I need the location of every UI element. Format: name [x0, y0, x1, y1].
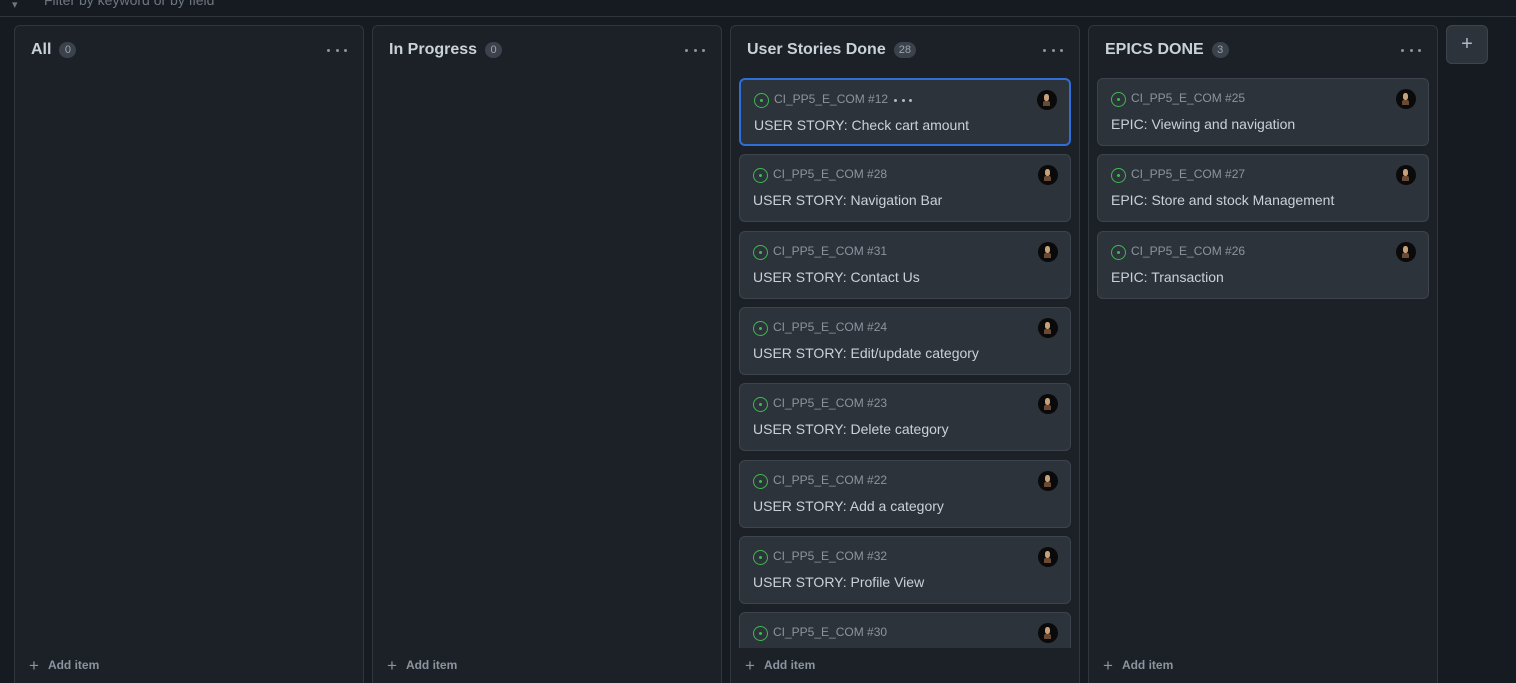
- column-title: In Progress: [389, 41, 478, 58]
- column-title: EPICS DONE: [1105, 41, 1204, 58]
- assignee-avatar[interactable]: [1038, 623, 1058, 643]
- issue-title[interactable]: USER STORY: Contact Us: [753, 269, 920, 285]
- issue-card[interactable]: CI_PP5_E_COM #26 EPIC: Transaction: [1097, 231, 1429, 299]
- open-issue-icon: [753, 321, 768, 336]
- issue-title[interactable]: USER STORY: Profile View: [753, 574, 924, 590]
- issue-reference[interactable]: CI_PP5_E_COM #32: [773, 549, 887, 563]
- issue-title[interactable]: USER STORY: Check cart amount: [754, 117, 969, 133]
- issue-card[interactable]: CI_PP5_E_COM #32 USER STORY: Profile Vie…: [739, 536, 1071, 604]
- add-item-button[interactable]: + Add item: [745, 656, 815, 674]
- column-header: In Progress 0: [389, 40, 503, 60]
- open-issue-icon: [753, 397, 768, 412]
- open-issue-icon: [1111, 245, 1126, 260]
- assignee-avatar[interactable]: [1396, 242, 1416, 262]
- column-menu-icon[interactable]: [1043, 42, 1063, 58]
- issue-reference[interactable]: CI_PP5_E_COM #25: [1131, 91, 1245, 105]
- issue-card[interactable]: CI_PP5_E_COM #30: [739, 612, 1071, 648]
- issue-card[interactable]: CI_PP5_E_COM #23 USER STORY: Delete cate…: [739, 383, 1071, 451]
- issue-title[interactable]: EPIC: Viewing and navigation: [1111, 116, 1295, 132]
- plus-icon: +: [387, 655, 397, 675]
- column-count-badge: 0: [485, 42, 503, 58]
- column-count-badge: 3: [1211, 42, 1229, 58]
- issue-title[interactable]: USER STORY: Navigation Bar: [753, 192, 942, 208]
- issue-title[interactable]: USER STORY: Delete category: [753, 421, 949, 437]
- issue-title[interactable]: USER STORY: Edit/update category: [753, 345, 979, 361]
- assignee-avatar[interactable]: [1396, 165, 1416, 185]
- open-issue-icon: [1111, 168, 1126, 183]
- issue-title[interactable]: EPIC: Transaction: [1111, 269, 1224, 285]
- card-list: CI_PP5_E_COM #25 EPIC: Viewing and navig…: [1097, 78, 1429, 648]
- issue-title[interactable]: EPIC: Store and stock Management: [1111, 192, 1334, 208]
- issue-reference[interactable]: CI_PP5_E_COM #22: [773, 473, 887, 487]
- issue-reference[interactable]: CI_PP5_E_COM #27: [1131, 167, 1245, 181]
- add-item-label: Add item: [1121, 658, 1174, 672]
- issue-card[interactable]: CI_PP5_E_COM #27 EPIC: Store and stock M…: [1097, 154, 1429, 222]
- open-issue-icon: [753, 550, 768, 565]
- issue-card[interactable]: CI_PP5_E_COM #25 EPIC: Viewing and navig…: [1097, 78, 1429, 146]
- issue-card[interactable]: CI_PP5_E_COM #22 USER STORY: Add a categ…: [739, 460, 1071, 528]
- issue-reference[interactable]: CI_PP5_E_COM #24: [773, 320, 887, 334]
- assignee-avatar[interactable]: [1037, 90, 1057, 110]
- column-header: All 0: [31, 40, 77, 60]
- add-item-button[interactable]: + Add item: [387, 656, 457, 674]
- column-epics-done: EPICS DONE 3 CI_PP5_E_COM #25 EPIC: View…: [1088, 25, 1438, 683]
- column-count-badge: 0: [59, 42, 77, 58]
- filter-icon: ▾: [12, 0, 18, 11]
- plus-icon: +: [1103, 655, 1113, 675]
- open-issue-icon: [753, 474, 768, 489]
- add-item-button[interactable]: + Add item: [29, 656, 99, 674]
- open-issue-icon: [753, 626, 768, 641]
- column-title: All: [31, 41, 52, 58]
- assignee-avatar[interactable]: [1038, 394, 1058, 414]
- column-all: All 0 + Add item: [14, 25, 364, 683]
- open-issue-icon: [754, 93, 769, 108]
- open-issue-icon: [1111, 92, 1126, 107]
- assignee-avatar[interactable]: [1038, 318, 1058, 338]
- assignee-avatar[interactable]: [1396, 89, 1416, 109]
- plus-icon: +: [745, 655, 755, 675]
- issue-reference[interactable]: CI_PP5_E_COM #28: [773, 167, 887, 181]
- plus-icon: +: [29, 655, 39, 675]
- add-item-button[interactable]: + Add item: [1103, 656, 1173, 674]
- assignee-avatar[interactable]: [1038, 547, 1058, 567]
- issue-reference[interactable]: CI_PP5_E_COM #30: [773, 625, 887, 639]
- issue-card[interactable]: CI_PP5_E_COM #24 USER STORY: Edit/update…: [739, 307, 1071, 375]
- issue-reference[interactable]: CI_PP5_E_COM #31: [773, 244, 887, 258]
- issue-reference[interactable]: CI_PP5_E_COM #12: [774, 92, 888, 106]
- column-header: EPICS DONE 3: [1105, 40, 1229, 60]
- column-menu-icon[interactable]: [685, 42, 705, 58]
- assignee-avatar[interactable]: [1038, 471, 1058, 491]
- add-column-button[interactable]: +: [1446, 25, 1488, 64]
- card-list: [381, 78, 713, 648]
- card-list: CI_PP5_E_COM #12 USER STORY: Check cart …: [739, 78, 1071, 648]
- assignee-avatar[interactable]: [1038, 242, 1058, 262]
- open-issue-icon: [753, 245, 768, 260]
- column-title: User Stories Done: [747, 41, 886, 58]
- add-item-label: Add item: [405, 658, 458, 672]
- column-count-badge: 28: [893, 42, 916, 58]
- column-in-progress: In Progress 0 + Add item: [372, 25, 722, 683]
- issue-card[interactable]: CI_PP5_E_COM #12 USER STORY: Check cart …: [739, 78, 1071, 146]
- card-list: [23, 78, 355, 648]
- add-item-label: Add item: [47, 658, 100, 672]
- column-user-stories-done: User Stories Done 28 CI_PP5_E_COM #12 US…: [730, 25, 1080, 683]
- assignee-avatar[interactable]: [1038, 165, 1058, 185]
- column-header: User Stories Done 28: [747, 40, 916, 60]
- filter-bar[interactable]: ▾ Filter by keyword or by field: [0, 0, 1516, 17]
- issue-title[interactable]: USER STORY: Add a category: [753, 498, 944, 514]
- add-item-label: Add item: [763, 658, 816, 672]
- open-issue-icon: [753, 168, 768, 183]
- column-menu-icon[interactable]: [1401, 42, 1421, 58]
- issue-reference[interactable]: CI_PP5_E_COM #23: [773, 396, 887, 410]
- filter-input[interactable]: Filter by keyword or by field: [44, 0, 214, 8]
- issue-card[interactable]: CI_PP5_E_COM #31 USER STORY: Contact Us: [739, 231, 1071, 299]
- column-menu-icon[interactable]: [327, 42, 347, 58]
- issue-card[interactable]: CI_PP5_E_COM #28 USER STORY: Navigation …: [739, 154, 1071, 222]
- card-menu-icon[interactable]: [894, 98, 912, 102]
- issue-reference[interactable]: CI_PP5_E_COM #26: [1131, 244, 1245, 258]
